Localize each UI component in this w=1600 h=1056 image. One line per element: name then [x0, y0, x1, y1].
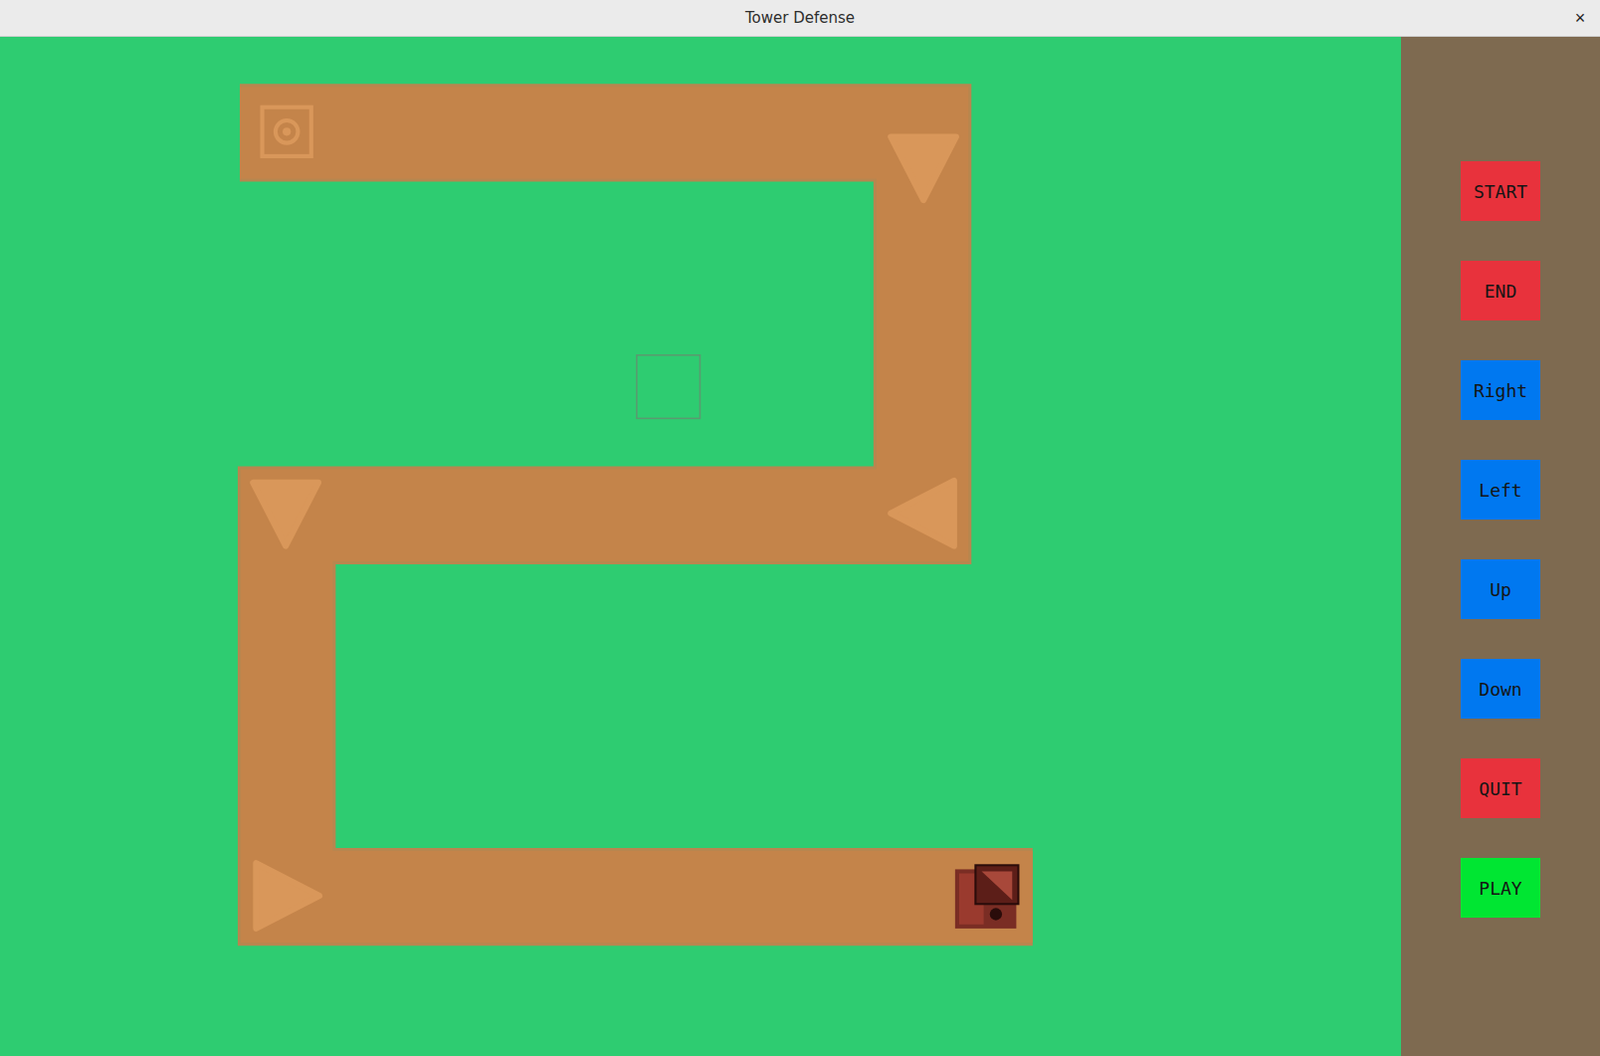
- control-button[interactable]: Up: [1460, 559, 1541, 619]
- arrow-right-icon: [255, 862, 320, 929]
- arrow-down-icon: [252, 482, 319, 547]
- close-button[interactable]: ×: [1560, 7, 1600, 29]
- game-window: Tower Defense× START END Right Left Up Down QUI…: [0, 0, 1600, 1056]
- control-button[interactable]: START: [1460, 161, 1541, 221]
- control-button[interactable]: END: [1460, 260, 1541, 321]
- window-title: Tower Defense: [39, 8, 1561, 27]
- placement-cursor[interactable]: [636, 355, 701, 419]
- tower-icon[interactable]: [955, 864, 1019, 929]
- spawn-icon: [262, 107, 312, 157]
- title-bar: Tower Defense×: [0, 0, 1600, 37]
- enemy-path: [239, 132, 1033, 897]
- control-button[interactable]: Left: [1460, 459, 1541, 520]
- arrow-left-icon: [890, 480, 955, 547]
- control-button[interactable]: Right: [1460, 360, 1541, 420]
- game-body: START END Right Left Up Down QUIT PLAY: [0, 36, 1600, 1056]
- grass: [0, 36, 1401, 1056]
- path-edge: [239, 132, 1033, 897]
- game-map[interactable]: [0, 36, 1401, 1056]
- control-button[interactable]: QUIT: [1460, 758, 1541, 818]
- control-button[interactable]: Down: [1460, 658, 1541, 719]
- control-sidebar: START END Right Left Up Down QUIT PLAY: [1400, 36, 1600, 1056]
- control-button[interactable]: PLAY: [1460, 857, 1541, 918]
- arrow-down-icon: [890, 136, 957, 200]
